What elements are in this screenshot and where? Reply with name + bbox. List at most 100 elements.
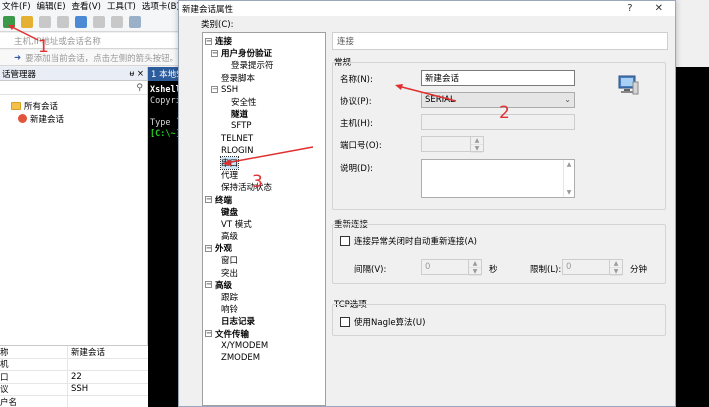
computer-icon	[618, 75, 639, 95]
tree-item[interactable]: 安全性	[205, 96, 325, 108]
auto-reconnect-checkbox[interactable]: 连接异常关闭时自动重新连接(A)	[340, 235, 477, 247]
tree-item[interactable]: 登录脚本	[205, 72, 325, 84]
panel-title: 连接	[332, 32, 668, 50]
session-properties-table: 称新建会话 机 口 22 议 SSH 户名	[0, 345, 148, 407]
port-label: 端口号(O):	[340, 141, 382, 151]
tree-item[interactable]: ZMODEM	[205, 352, 325, 364]
tree-item-label: ZMODEM	[221, 352, 261, 363]
tree-item[interactable]: RLOGIN	[205, 145, 325, 157]
arrow-icon[interactable]: ➜	[14, 53, 21, 63]
tree-item-label: 代理	[221, 171, 239, 182]
menu-file[interactable]: 文件(F)	[2, 0, 31, 12]
protocol-select[interactable]: SERIAL ⌄	[421, 92, 575, 108]
minutes-unit: 分钟	[630, 265, 648, 275]
protocol-value: SERIAL	[425, 95, 455, 105]
address-placeholder: 主机,IP地址或会话名称	[14, 36, 101, 47]
tree-item[interactable]: 隧道	[205, 108, 325, 120]
tree-all-sessions[interactable]: 所有会话	[2, 99, 147, 112]
name-input[interactable]: 新建会话	[421, 70, 575, 86]
session-search[interactable]: ⚲	[0, 81, 147, 95]
tree-item[interactable]: VT 模式	[205, 218, 325, 230]
host-input	[421, 114, 575, 130]
limit-label: 限制(L):	[530, 265, 562, 275]
tree-item[interactable]: SFTP	[205, 120, 325, 132]
collapse-toggle-icon[interactable]: −	[205, 196, 212, 204]
menu-edit[interactable]: 编辑(E)	[37, 0, 66, 12]
scrollbar[interactable]: ▲ ▼	[563, 160, 574, 197]
checkbox-box[interactable]	[340, 317, 350, 327]
new-session-icon[interactable]	[3, 15, 15, 28]
collapse-toggle-icon[interactable]: −	[211, 49, 218, 57]
checkbox-box[interactable]	[340, 236, 350, 246]
session-manager-title: 话管理器	[2, 69, 37, 80]
tree-item-label: RLOGIN	[221, 145, 254, 156]
nagle-checkbox[interactable]: 使用Nagle算法(U)	[340, 316, 425, 328]
tree-item-label: 保持活动状态	[221, 183, 273, 194]
tree-item[interactable]: − 用户身份验证	[205, 47, 325, 59]
tree-item[interactable]: − SSH	[205, 84, 325, 96]
tree-item-label: VT 模式	[221, 219, 252, 230]
tree-item-label: 窗口	[221, 256, 239, 267]
paste-icon[interactable]	[111, 15, 123, 28]
tree-item[interactable]: 代理	[205, 169, 325, 181]
dialog-title: 新建会话属性	[182, 4, 234, 15]
annotation-2: 2	[499, 103, 510, 123]
tree-new-session[interactable]: 新建会话	[2, 112, 147, 125]
menu-tools[interactable]: 工具(T)	[107, 0, 136, 12]
tree-item-label: 文件传输	[215, 329, 250, 340]
tree-item[interactable]: 串口	[205, 155, 325, 170]
tree-item[interactable]: X/YMODEM	[205, 340, 325, 352]
description-textarea[interactable]: ▲ ▼	[421, 159, 575, 198]
tree-item[interactable]: 日志记录	[205, 315, 325, 327]
tree-item[interactable]: 突出	[205, 267, 325, 279]
chevron-down-icon: ⌄	[564, 95, 571, 104]
tree-item[interactable]: − 高级	[205, 279, 325, 291]
menu-tabs[interactable]: 选项卡(B)	[142, 0, 180, 12]
collapse-toggle-icon[interactable]: −	[205, 281, 212, 289]
open-folder-icon[interactable]	[21, 15, 33, 28]
tree-item[interactable]: 高级	[205, 230, 325, 242]
tree-item-label: 高级	[215, 280, 233, 291]
tree-item[interactable]: 保持活动状态	[205, 181, 325, 193]
tree-item-label: SFTP	[231, 121, 252, 132]
tree-item[interactable]: − 文件传输	[205, 328, 325, 340]
limit-spinner: ▲ ▼	[609, 259, 623, 276]
tree-item-label: 响铃	[221, 305, 239, 316]
pin-close-icon[interactable]: ᵾ ×	[130, 68, 144, 79]
collapse-toggle-icon[interactable]: −	[205, 244, 212, 252]
search-icon[interactable]: ⚲	[136, 83, 143, 93]
limit-input: 0	[562, 259, 610, 275]
help-button[interactable]: ?	[627, 3, 632, 14]
find-icon[interactable]	[129, 15, 141, 28]
tree-item[interactable]: 键盘	[205, 206, 325, 218]
menu-view[interactable]: 查看(V)	[72, 0, 101, 12]
tree-item-label: 安全性	[231, 98, 257, 109]
copy-icon[interactable]	[93, 15, 105, 28]
tree-item-label: 高级	[221, 232, 239, 243]
disconnect-icon[interactable]	[57, 15, 69, 28]
annotation-1: 1	[38, 37, 49, 57]
new-tab-icon[interactable]	[75, 15, 87, 28]
tree-item-label: 日志记录	[221, 317, 256, 328]
tree-item[interactable]: 窗口	[205, 254, 325, 266]
category-tree[interactable]: − 连接 − 用户身份验证 登录提示符 登录脚本 − SSH 安全性 隧道 SFTP TELNET RL…	[202, 32, 326, 406]
tree-item-label: 登录脚本	[221, 73, 256, 84]
tree-item-label: 用户身份验证	[221, 49, 273, 60]
tree-item[interactable]: 登录提示符	[205, 59, 325, 71]
tree-item[interactable]: − 连接	[205, 35, 325, 47]
interval-input: 0	[421, 259, 469, 275]
host-label: 主机(H):	[340, 119, 373, 129]
tree-item[interactable]: − 外观	[205, 242, 325, 254]
nagle-label: 使用Nagle算法(U)	[354, 318, 426, 328]
collapse-toggle-icon[interactable]: −	[205, 37, 212, 45]
close-button[interactable]: ✕	[655, 3, 663, 14]
tree-item[interactable]: 跟踪	[205, 291, 325, 303]
collapse-toggle-icon[interactable]: −	[205, 330, 212, 338]
tree-item[interactable]: − 终端	[205, 193, 325, 206]
folder-icon	[11, 101, 21, 110]
auto-reconnect-label: 连接异常关闭时自动重新连接(A)	[354, 237, 477, 247]
collapse-toggle-icon[interactable]: −	[211, 86, 218, 94]
connect-icon[interactable]	[39, 15, 51, 28]
tree-item[interactable]: TELNET	[205, 133, 325, 145]
tree-item[interactable]: 响铃	[205, 303, 325, 315]
